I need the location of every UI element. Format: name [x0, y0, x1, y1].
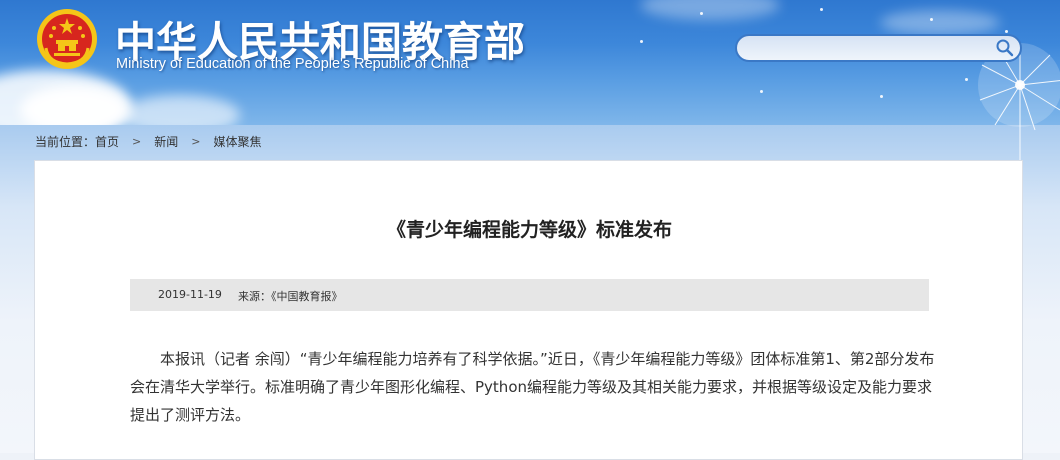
- article-title: 《青少年编程能力等级》标准发布: [386, 219, 672, 241]
- article-meta-bar: 2019-11-19 来源：《中国教育报》: [130, 279, 929, 311]
- chevron-right-icon: >: [191, 135, 201, 148]
- breadcrumb: 当前位置： 首页 > 新闻 > 媒体聚焦: [35, 133, 262, 150]
- breadcrumb-media-link[interactable]: 媒体聚焦: [213, 133, 261, 150]
- search-box: [735, 34, 1022, 62]
- article-date: 2019-11-19: [158, 288, 222, 301]
- search-input[interactable]: [749, 39, 993, 59]
- breadcrumb-home-link[interactable]: 首页: [95, 133, 119, 150]
- article-body: 本报讯（记者 余闯）“青少年编程能力培养有了科学依据。”近日，《青少年编程能力等…: [130, 350, 935, 424]
- search-icon[interactable]: [995, 38, 1015, 58]
- chevron-right-icon: >: [132, 135, 142, 148]
- breadcrumb-prefix: 当前位置：: [35, 135, 96, 149]
- breadcrumb-news-link[interactable]: 新闻: [154, 133, 178, 150]
- article-panel: 《青少年编程能力等级》标准发布 2019-11-19 来源：《中国教育报》 本报…: [34, 160, 1023, 460]
- article-source: 来源：《中国教育报》: [238, 290, 343, 303]
- national-emblem-icon: [37, 9, 97, 69]
- site-subtitle: Ministry of Education of the People's Re…: [116, 56, 469, 72]
